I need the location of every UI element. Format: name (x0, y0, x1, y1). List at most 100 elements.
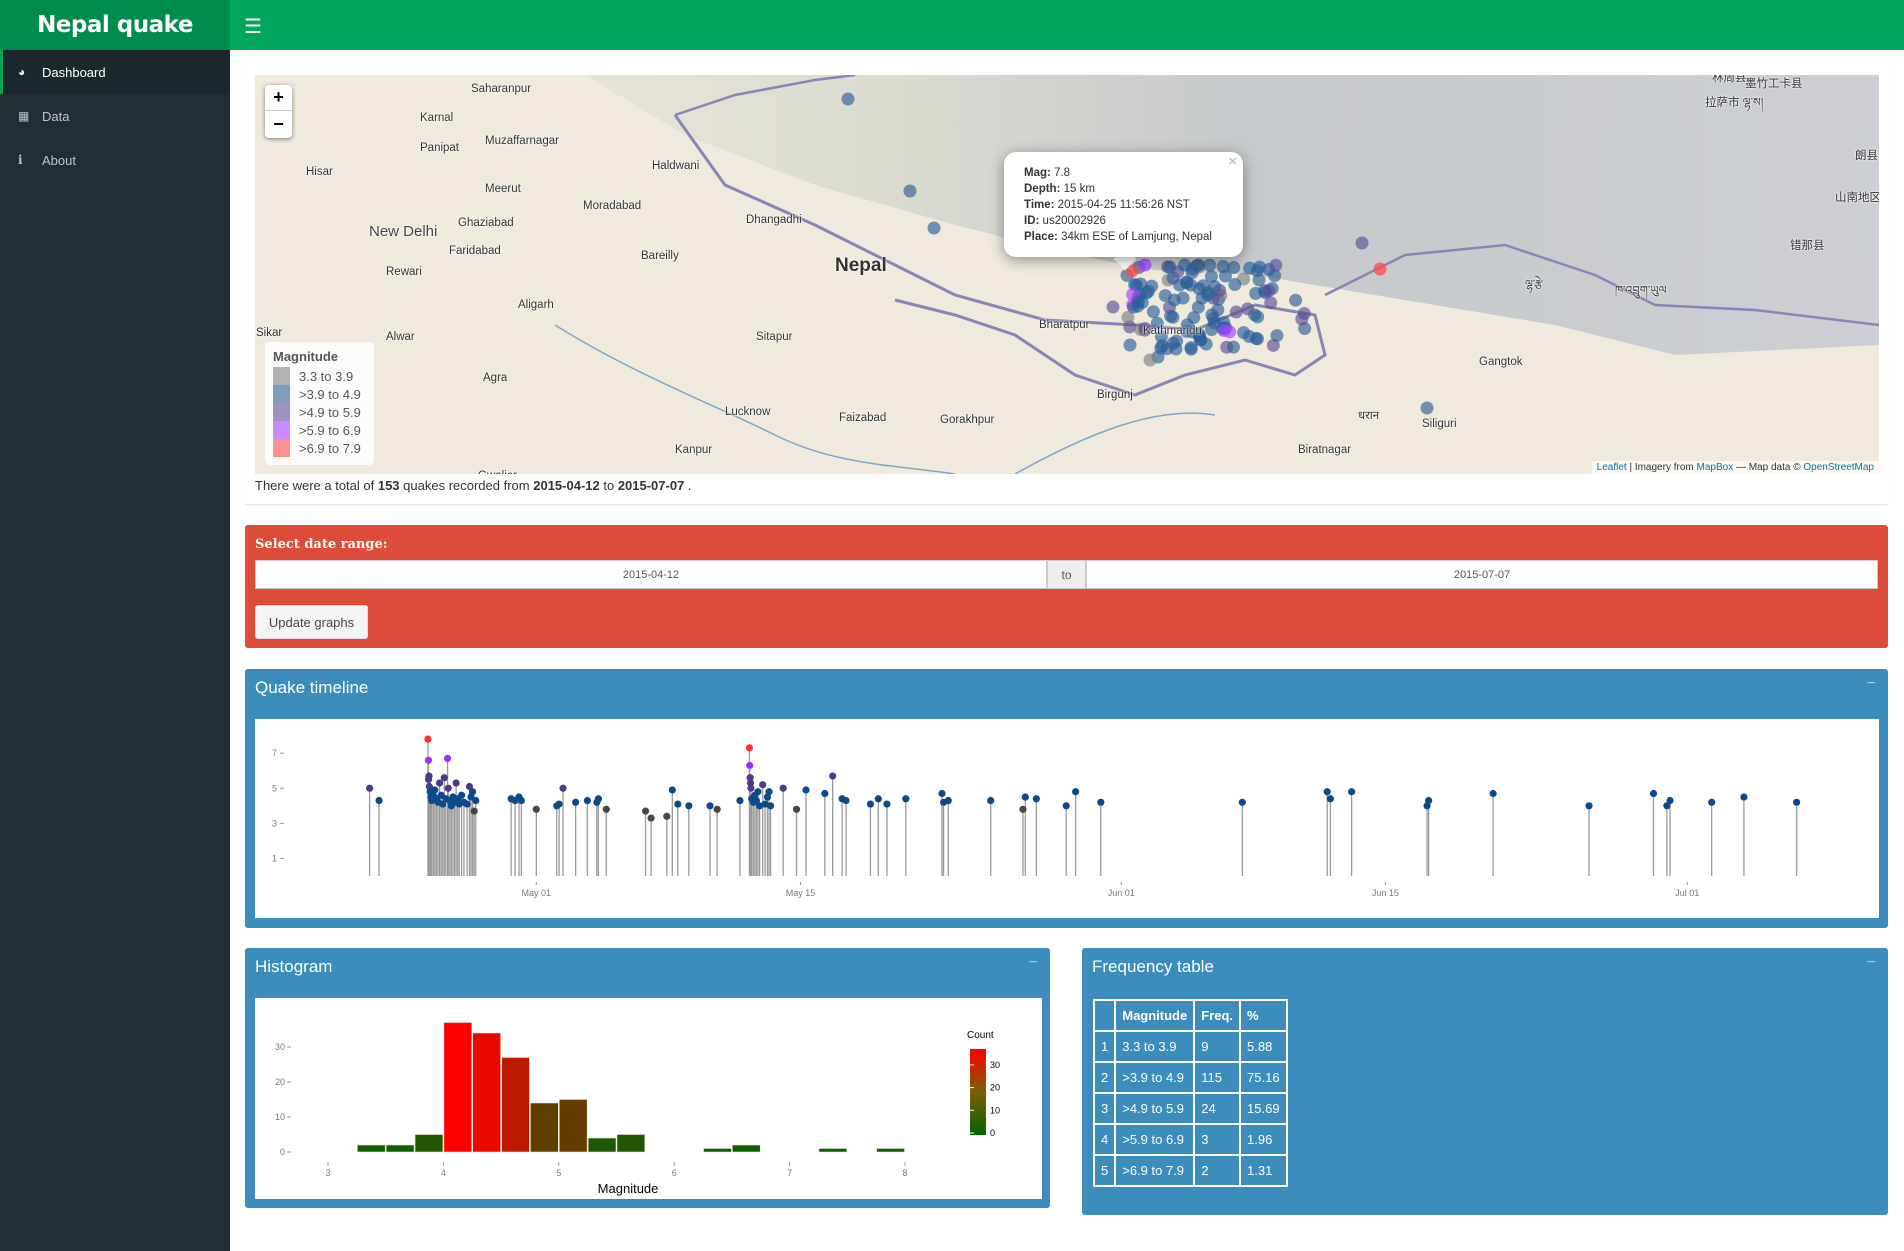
legend-swatch (273, 439, 290, 457)
quake-marker (1205, 323, 1219, 337)
table-cell: 5 (1092, 1154, 1117, 1187)
city-label: Gangtok (1479, 356, 1523, 368)
close-icon[interactable]: × (1228, 154, 1237, 170)
zoom-in-button[interactable]: + (265, 85, 292, 111)
zoom-out-button[interactable]: − (265, 111, 292, 137)
y-tick-label: 5 (272, 783, 277, 793)
city-label: Faridabad (449, 245, 501, 257)
city-label: Moradabad (583, 200, 642, 212)
histogram-bar (732, 1144, 761, 1153)
table-cell: 115 (1193, 1061, 1242, 1094)
table-cell: >5.9 to 6.9 (1114, 1123, 1196, 1156)
quake-point (366, 784, 374, 792)
zoom-control: + − (265, 85, 292, 138)
histogram-bar (587, 1137, 617, 1153)
histogram-bar (818, 1148, 848, 1153)
quake-point (594, 795, 603, 803)
quake-marker (1208, 280, 1222, 294)
table-cell: 3.3 to 3.9 (1114, 1030, 1196, 1063)
table-cell: 24 (1193, 1092, 1242, 1125)
table-header-row: Magnitude Freq. % (1092, 999, 1288, 1032)
quake-point (938, 789, 946, 798)
y-tick-label: 1 (272, 853, 277, 863)
collapse-button[interactable]: − (1867, 954, 1876, 972)
city-label: Faizabad (839, 412, 887, 424)
quake-marker (927, 221, 941, 235)
quake-point (1666, 796, 1674, 805)
popup-depth: Depth: 15 km (1024, 183, 1095, 195)
legend-item: >3.9 to 4.9 (273, 385, 366, 403)
table-cell: >4.9 to 5.9 (1114, 1092, 1196, 1125)
histogram-bar (501, 1057, 530, 1153)
mapbox-link[interactable]: MapBox (1697, 462, 1734, 473)
quake-point (444, 784, 452, 792)
quake-marker (1185, 266, 1199, 280)
quake-point (766, 802, 775, 810)
x-tick-label: 3 (325, 1168, 330, 1178)
table-cell: 3 (1193, 1123, 1242, 1156)
histogram-legend: Count 0 10 20 30 (967, 1030, 1000, 1138)
x-tick-label: May 15 (786, 888, 816, 898)
quake-point (470, 807, 478, 815)
hamburger-icon[interactable]: ☰ (244, 14, 262, 39)
sidebar-item-data[interactable]: ▦ Data (0, 94, 230, 138)
quake-map[interactable]: Saharanpur Karnal Muzaffarnagar Panipat Hisa… (255, 75, 1879, 474)
quake-point (440, 774, 448, 782)
histogram-bar (472, 1032, 501, 1153)
table-cell: 2 (1092, 1061, 1117, 1094)
quake-point (821, 789, 829, 798)
quake-point (1489, 789, 1497, 798)
legend-label: >5.9 to 6.9 (299, 422, 361, 438)
update-graphs-button[interactable]: Update graphs (255, 605, 368, 639)
collapse-button[interactable]: − (1029, 954, 1038, 972)
river (554, 324, 956, 474)
quake-point (559, 784, 567, 792)
table-cell: >3.9 to 4.9 (1114, 1061, 1196, 1094)
quake-point (532, 805, 540, 813)
quake-point (463, 800, 471, 808)
quake-marker (1223, 325, 1237, 339)
city-label: Panipat (420, 142, 460, 154)
quake-popup: × Mag: 7.8 Depth: 15 km Time: 2015-04-25… (1004, 152, 1243, 257)
city-label: Kanpur (675, 444, 713, 456)
app-logo[interactable]: Nepal quake (0, 0, 230, 50)
leaflet-link[interactable]: Leaflet (1597, 462, 1627, 473)
table-cell: 1.31 (1239, 1154, 1288, 1187)
quake-marker (1155, 339, 1169, 353)
city-label: 拉萨市 ལྷ་ས། (1705, 97, 1764, 109)
city-label: Kathmandu (1143, 325, 1202, 337)
city-label: Bharatpur (1039, 319, 1090, 331)
sidebar-item-label: Data (42, 108, 70, 124)
top-navbar (230, 0, 1904, 50)
quake-point (829, 772, 837, 780)
end-date-input[interactable]: 2015-07-07 (1086, 560, 1878, 589)
quake-point (802, 786, 810, 794)
collapse-button[interactable]: − (1867, 675, 1876, 693)
legend-item: >5.9 to 6.9 (273, 421, 366, 439)
quake-marker (1373, 262, 1387, 276)
quake-marker (1135, 295, 1149, 309)
x-tick-label: May 01 (522, 888, 552, 898)
histogram-bar (876, 1148, 905, 1153)
start-date-input[interactable]: 2015-04-12 (255, 560, 1047, 589)
quake-point (1708, 798, 1716, 806)
quake-point (1425, 796, 1433, 805)
quake-point (1238, 798, 1246, 806)
table-row: 3 >4.9 to 5.9 24 15.69 (1092, 1092, 1288, 1125)
quake-marker (1252, 273, 1266, 287)
osm-link[interactable]: OpenStreetMap (1803, 462, 1874, 473)
timeline-box: Quake timeline − 1 3 5 7 May 01 May 15 Jun 01 J… (245, 669, 1888, 928)
quake-marker (1203, 258, 1217, 272)
quake-count: 153 (377, 478, 400, 493)
quake-point (668, 786, 676, 794)
sidebar-item-about[interactable]: i About (0, 138, 230, 182)
sidebar-item-dashboard[interactable]: ◕ Dashboard (0, 50, 230, 94)
quake-point (765, 788, 773, 796)
river (1014, 412, 1216, 474)
quake-marker (903, 184, 917, 198)
timeline-title: Quake timeline (255, 678, 369, 697)
legend-label: 3.3 to 3.9 (299, 368, 354, 384)
quake-point (747, 784, 755, 792)
table-row: 1 3.3 to 3.9 9 5.88 (1092, 1030, 1288, 1063)
popup-id: ID: us20002926 (1024, 215, 1106, 227)
